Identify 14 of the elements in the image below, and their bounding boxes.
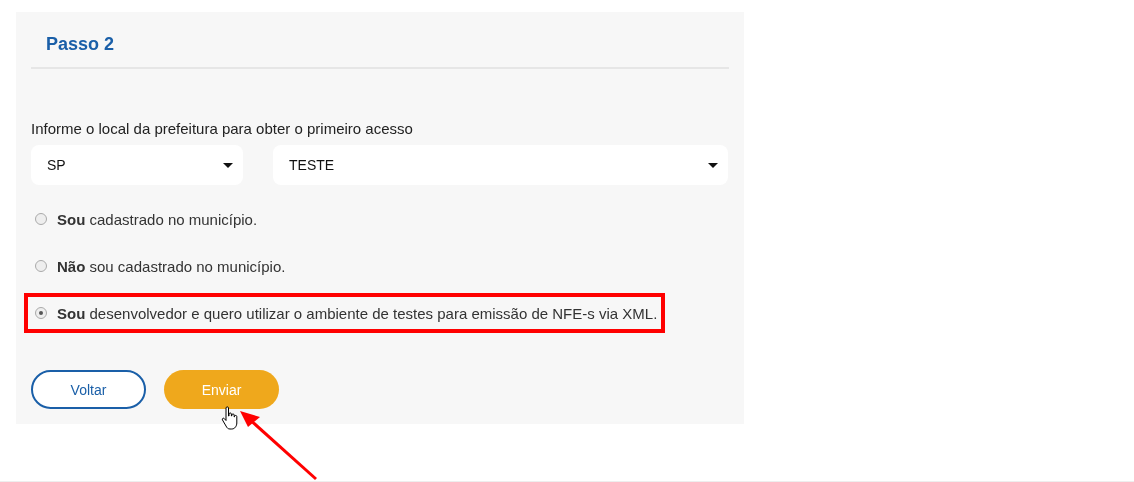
option-label: Não sou cadastrado no município. [57, 257, 286, 275]
caret-icon [223, 162, 233, 168]
option-label: Sou cadastrado no município. [57, 210, 258, 228]
back-button[interactable]: Voltar [31, 370, 146, 409]
radio-button[interactable] [35, 307, 47, 319]
option-label: Sou desenvolvedor e quero utilizar o ambiente de testes para emissão de NFE-s via XML. [57, 304, 658, 322]
step-title: Passo 2 [45, 33, 116, 56]
dropdown[interactable]: TESTE [273, 145, 728, 185]
arrow-icon [238, 409, 318, 481]
dropdown[interactable]: SP [31, 145, 243, 185]
radio-button[interactable] [35, 260, 47, 272]
location-label: Informe o local da prefeitura para obter o primeiro acesso [31, 120, 414, 139]
caret-icon [708, 162, 718, 168]
radio-button[interactable] [35, 213, 47, 225]
